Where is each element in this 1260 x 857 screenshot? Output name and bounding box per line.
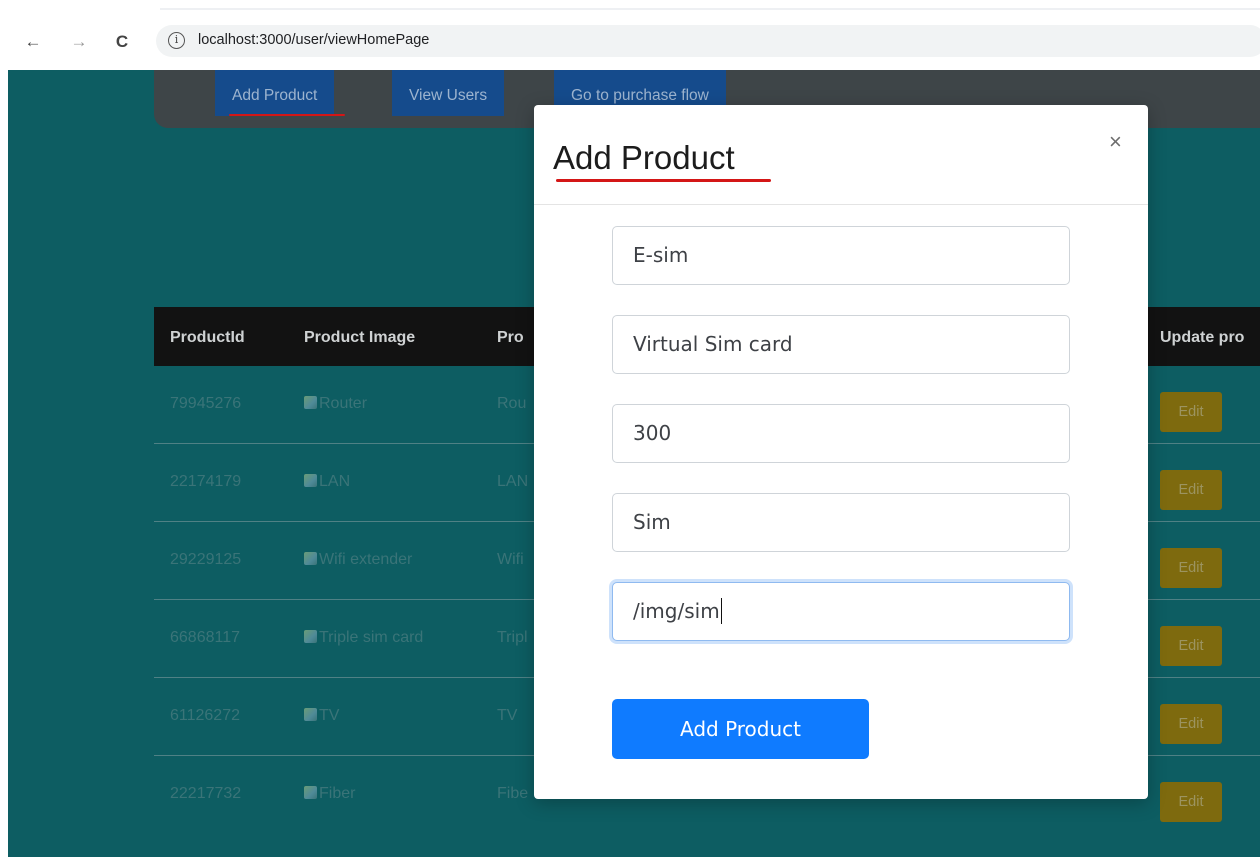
- product-id-cell: 66868117: [170, 629, 240, 646]
- broken-image-icon: [304, 396, 317, 409]
- edit-button[interactable]: Edit: [1160, 392, 1222, 432]
- add-product-nav-button[interactable]: Add Product: [215, 70, 345, 116]
- product-category-input[interactable]: Sim: [612, 493, 1070, 552]
- edit-button[interactable]: Edit: [1160, 548, 1222, 588]
- add-product-nav-label: Add Product: [232, 87, 318, 104]
- edit-button[interactable]: Edit: [1160, 470, 1222, 510]
- broken-image-icon: [304, 708, 317, 721]
- product-price-input[interactable]: 300: [612, 404, 1070, 463]
- broken-image-icon: [304, 552, 317, 565]
- product-id-cell: 29229125: [170, 551, 242, 568]
- image-alt-text: LAN: [319, 473, 351, 490]
- product-image-path-input[interactable]: /img/sim: [612, 582, 1070, 641]
- edit-button[interactable]: Edit: [1160, 704, 1222, 744]
- add-product-submit-button[interactable]: Add Product: [612, 699, 869, 759]
- image-alt-text: Wifi extender: [319, 551, 413, 568]
- nav-underline: [229, 114, 345, 116]
- back-icon[interactable]: ←: [21, 30, 45, 54]
- forward-icon[interactable]: →: [67, 30, 91, 54]
- view-users-nav-button[interactable]: View Users: [392, 70, 505, 116]
- image-alt-text: Router: [319, 395, 368, 412]
- address-bar[interactable]: i localhost:3000/user/viewHomePage: [156, 25, 1260, 57]
- product-image-cell: Wifi extender: [304, 551, 412, 569]
- reload-icon[interactable]: C: [110, 30, 134, 54]
- url-text[interactable]: localhost:3000/user/viewHomePage: [198, 32, 429, 48]
- header-update-product: Update pro: [1160, 329, 1245, 346]
- product-name-input[interactable]: E-sim: [612, 226, 1070, 285]
- header-product-name: Pro: [497, 329, 524, 346]
- product-name-cell: Rou: [497, 395, 527, 412]
- info-icon[interactable]: i: [168, 32, 185, 49]
- modal-title: Add Product: [553, 139, 735, 176]
- product-image-cell: Triple sim card: [304, 629, 423, 647]
- title-underline: [556, 179, 771, 182]
- broken-image-icon: [304, 786, 317, 799]
- image-path-value: /img/sim: [633, 599, 720, 623]
- add-product-modal: Add Product × E-sim Virtual Sim card 300…: [534, 105, 1148, 799]
- image-alt-text: Triple sim card: [319, 629, 424, 646]
- tab-strip: [160, 8, 1260, 10]
- text-caret: [720, 598, 723, 624]
- image-alt-text: Fiber: [319, 785, 356, 802]
- product-name-cell: LAN: [497, 473, 529, 490]
- product-image-cell: Fiber: [304, 785, 355, 803]
- product-description-input[interactable]: Virtual Sim card: [612, 315, 1070, 374]
- product-id-cell: 22174179: [170, 473, 242, 490]
- product-image-cell: LAN: [304, 473, 350, 491]
- image-alt-text: TV: [319, 707, 340, 724]
- header-product-image: Product Image: [304, 329, 416, 346]
- edit-button[interactable]: Edit: [1160, 782, 1222, 822]
- broken-image-icon: [304, 474, 317, 487]
- edit-button[interactable]: Edit: [1160, 626, 1222, 666]
- product-name-cell: TV: [497, 707, 518, 724]
- close-icon[interactable]: ×: [1109, 131, 1122, 153]
- product-name-cell: Wifi: [497, 551, 524, 568]
- modal-header-divider: [534, 204, 1148, 205]
- browser-toolbar: ← → C i localhost:3000/user/viewHomePage: [0, 0, 1260, 70]
- broken-image-icon: [304, 630, 317, 643]
- product-id-cell: 22217732: [170, 785, 242, 802]
- product-image-cell: TV: [304, 707, 339, 725]
- product-name-cell: Tripl: [497, 629, 528, 646]
- product-id-cell: 61126272: [170, 707, 240, 724]
- product-image-cell: Router: [304, 395, 367, 413]
- header-product-id: ProductId: [170, 329, 245, 346]
- product-name-cell: Fibe: [497, 785, 529, 802]
- product-id-cell: 79945276: [170, 395, 242, 412]
